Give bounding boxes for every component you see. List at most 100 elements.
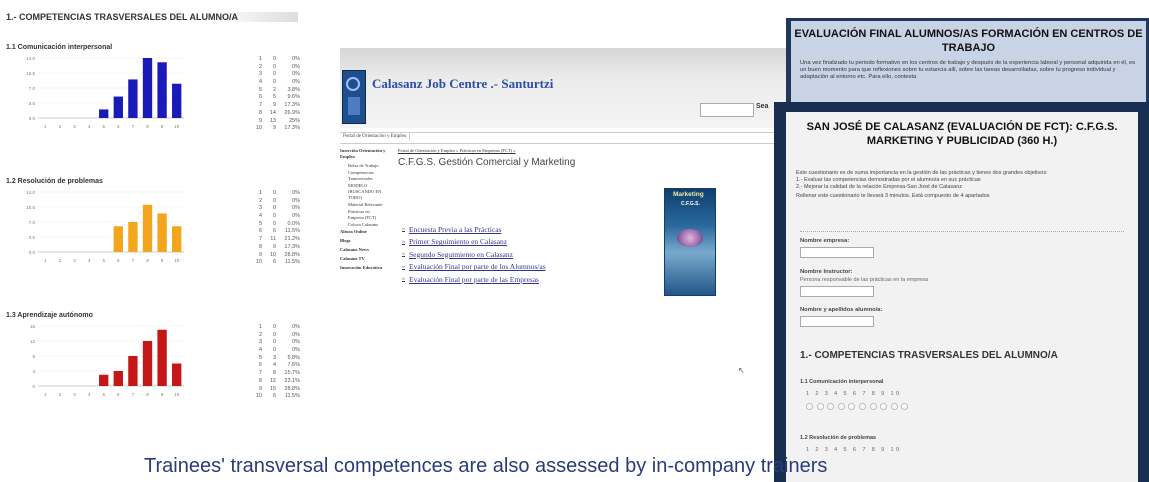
survey-form-card — [786, 112, 1138, 482]
chart-bar — [172, 226, 182, 252]
stats-cell: 10 — [255, 393, 262, 400]
sidebar-item[interactable]: Calasanz TV — [340, 256, 386, 262]
y-tick-label: 14.0 — [26, 56, 35, 61]
rating-radio[interactable] — [880, 403, 888, 410]
sidebar-item[interactable]: MODELO (BUSCANDO EN TODO) — [340, 183, 386, 201]
sidebar-item[interactable]: Innovación Educativa — [340, 265, 386, 271]
rating-radio[interactable] — [901, 403, 909, 410]
stats-row: 9 15 28.8% — [252, 386, 300, 394]
stats-cell: 3 — [258, 339, 262, 346]
stats-cell: 8 — [258, 243, 262, 250]
survey-link[interactable]: » Primer Seguimiento en Calasanz — [402, 236, 546, 249]
sidebar-item[interactable]: Blogs — [340, 238, 386, 244]
search-button[interactable]: Sea — [756, 103, 768, 110]
stats-cell: 6 — [258, 228, 262, 235]
stats-cell: 17.3% — [284, 102, 300, 109]
stats-cell: 11.5% — [284, 393, 300, 400]
chart-bar — [128, 356, 138, 386]
stats-row: 10 9 17.3% — [252, 125, 300, 133]
company-name-field[interactable] — [800, 247, 874, 258]
stats-row: 1 0 0% — [252, 56, 300, 64]
x-tick-label: 7 — [132, 124, 135, 129]
rating-radio[interactable] — [869, 403, 877, 410]
chart-bar — [172, 363, 182, 386]
sidebar-item[interactable]: Bolsa de Trabajo — [340, 163, 386, 169]
x-tick-label: 2 — [59, 392, 62, 397]
rating-scale-labels: 1 2 3 4 5 6 7 8 9 10 — [806, 447, 902, 453]
bar-chart-resolucion: 14.0 10.5 7.0 3.5 0.0 1 2 3 4 5 6 7 8 9 10 — [26, 190, 184, 263]
instructor-name-field[interactable] — [800, 286, 874, 297]
sidebar-item[interactable]: Material Relevante — [340, 202, 386, 208]
stats-cell: 1 — [258, 324, 262, 330]
section-title: 1.2 Resolución de problemas — [6, 178, 103, 185]
sidebar-item[interactable]: Calasanz News — [340, 247, 386, 253]
chart-bar — [157, 213, 167, 252]
survey-link[interactable]: » Encuesta Previa a las Prácticas — [402, 223, 546, 236]
school-logo-icon[interactable] — [342, 70, 366, 124]
rating-radio[interactable] — [848, 403, 856, 410]
survey-description: Este cuestionario es de suma importancia… — [796, 170, 1136, 200]
stats-cell: 4 — [258, 213, 262, 220]
stats-cell: 9 — [272, 125, 276, 132]
rating-radio-group[interactable] — [806, 403, 909, 410]
rating-radio[interactable] — [890, 403, 898, 410]
breadcrumb[interactable]: Portal de Orientación y Empleo » Práctic… — [398, 148, 515, 153]
x-tick-label: 5 — [102, 392, 105, 397]
rating-radio[interactable] — [858, 403, 866, 410]
stats-row: 6 4 7.6% — [252, 362, 300, 370]
bar-chart-aprendizaje: 16128401 2 3 4 5 6 7 8 9 10 — [30, 324, 184, 397]
student-name-field[interactable] — [800, 316, 874, 327]
stats-cell: 13 — [269, 117, 276, 124]
report-title: 1.- COMPETENCIAS TRASVERSALES DEL ALUMNO… — [6, 12, 299, 22]
x-tick-label: 10 — [174, 392, 180, 397]
stats-cell: 7 — [258, 102, 262, 109]
marketing-book-cover-image: Marketing C.F.G.S. — [664, 188, 716, 296]
stats-cell: 28.8% — [284, 385, 300, 392]
stats-cell: 28.8% — [284, 251, 300, 258]
rating-radio[interactable] — [816, 403, 824, 410]
stats-cell: 11 — [270, 236, 276, 243]
stats-table: 1 0 0% 2 0 0% 3 0 0% 4 0 0% 5 0 0.0% 6 6 11.5% 7 11 21.2% 8 9 1… — [252, 190, 300, 267]
stats-cell: 0 — [272, 213, 276, 220]
stats-row: 4 0 0% — [252, 79, 300, 87]
rating-radio[interactable] — [827, 403, 835, 410]
sidebar-item[interactable]: Altura Online — [340, 229, 386, 235]
rating-radio[interactable] — [806, 403, 813, 410]
stats-cell: 0% — [292, 56, 300, 62]
stats-row: 5 3 5.8% — [252, 355, 300, 363]
student-name-label: Nombre y apellidos alumno/a: — [800, 307, 883, 313]
survey-link-label: Segundo Seguimiento en Calasanz — [409, 249, 513, 259]
stats-cell: 2 — [258, 197, 262, 204]
company-name-label: Nombre empresa: — [800, 238, 850, 244]
stats-cell: 0 — [272, 79, 276, 86]
sidebar-item[interactable]: Inserción Orientación y Empleo — [340, 148, 386, 160]
stats-row: 7 9 17.3% — [252, 102, 300, 110]
stats-cell: 3 — [258, 205, 262, 212]
survey-link[interactable]: » Evaluación Final por parte de las Empre… — [402, 273, 546, 286]
rating-radio[interactable] — [837, 403, 845, 410]
stats-cell: 0 — [272, 331, 276, 338]
evaluation-intro-text: Una vez finalizado tu periodo formativo … — [800, 60, 1136, 80]
y-tick-label: 0 — [32, 384, 35, 389]
stats-cell: 9 — [272, 102, 276, 109]
tab-portal-orientacion[interactable]: Portal de Orientación y Empleo — [340, 132, 411, 141]
stats-cell: 4 — [258, 347, 262, 354]
stats-cell: 0% — [292, 347, 300, 354]
y-tick-label: 7.0 — [29, 86, 36, 91]
sidebar-item[interactable]: Coloca Calasanz — [340, 222, 386, 228]
rating-scale-labels: 1 2 3 4 5 6 7 8 9 10 — [806, 391, 902, 397]
x-tick-label: 2 — [59, 124, 62, 129]
chart-bar — [113, 96, 123, 118]
survey-link[interactable]: » Evaluación Final por parte de los Alumn… — [402, 261, 546, 274]
x-tick-label: 3 — [73, 124, 76, 129]
x-tick-label: 9 — [161, 124, 164, 129]
y-tick-label: 7.0 — [29, 220, 36, 225]
sidebar-item[interactable]: Competencias Transversales — [340, 170, 386, 182]
stats-cell: 5 — [258, 220, 262, 227]
survey-link-label: Evaluación Final por parte de las Empres… — [409, 274, 539, 284]
search-input[interactable] — [700, 103, 754, 117]
site-title[interactable]: Calasanz Job Centre .- Santurtzi — [372, 76, 553, 92]
sidebar-item[interactable]: Prácticas en Empresa (FCT) — [340, 209, 386, 221]
bullet-icon: » — [402, 226, 405, 233]
survey-link[interactable]: » Segundo Seguimiento en Calasanz — [402, 248, 546, 261]
